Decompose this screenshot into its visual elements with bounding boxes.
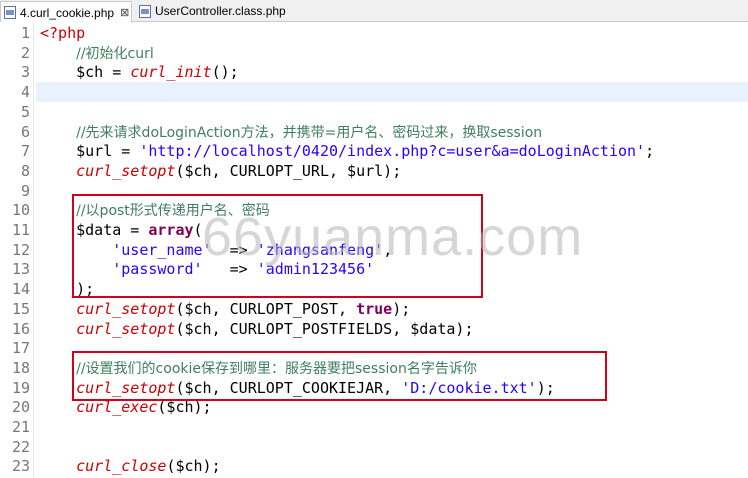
code-text: <?php [40,23,85,43]
token-cm: //先来请求doLoginAction方法，并携带=用户名、密码过来，换取ses… [76,124,543,141]
code-text: curl_setopt($ch, CURLOPT_POST, true); [40,299,410,319]
token-txt: ($ch, CURLOPT_POST, [175,299,357,318]
highlight-box-cookiejar [72,351,607,401]
tab-user-controller[interactable]: UserController.class.php [136,1,286,21]
code-line-21[interactable]: 21 [0,417,748,437]
line-number: 3 [20,63,30,82]
line-number: 17 [11,339,30,358]
token-fn: curl_setopt [76,299,176,318]
php-file-icon [4,6,16,19]
token-txt: ($ch); [166,457,221,476]
token-php: <?php [40,24,86,42]
close-icon[interactable]: ⊠ [120,6,129,19]
token-kw: true [356,299,393,318]
php-file-icon [139,4,151,18]
code-line-8[interactable]: 8 curl_setopt($ch, CURLOPT_URL, $url); [0,161,748,181]
code-line-16[interactable]: 16 curl_setopt($ch, CURLOPT_POSTFIELDS, … [0,319,748,339]
code-line-23[interactable]: 23 curl_close($ch); [0,456,748,476]
token-fn: curl_setopt [76,319,176,338]
current-line-highlight [36,82,748,103]
token-txt: (); [211,63,239,82]
watermark: 66yuanma.com [202,207,584,267]
token-txt: $url = [40,142,140,161]
code-text: curl_close($ch); [40,456,221,476]
code-line-4[interactable]: 4 [0,82,748,103]
code-line-15[interactable]: 15 curl_setopt($ch, CURLOPT_POST, true); [0,299,748,319]
code-line-1[interactable]: 1 <?php [0,23,748,43]
line-number: 6 [20,122,30,141]
token-txt: ; [645,142,655,161]
line-number: 9 [20,181,30,200]
code-line-7[interactable]: 7 $url = 'http://localhost/0420/index.ph… [0,141,748,161]
token-fn: curl_init [130,63,212,82]
code-text: $ch = curl_init(); [40,62,239,82]
code-line-2[interactable]: 2 //初始化curl [0,43,748,63]
line-number: 12 [11,240,30,259]
token-cm: //初始化curl [76,45,154,62]
code-text: //先来请求doLoginAction方法，并携带=用户名、密码过来，换取ses… [40,122,542,143]
line-number: 21 [11,418,30,436]
line-number: 18 [11,358,30,377]
token-txt: ($ch, CURLOPT_URL, $url); [175,161,402,180]
token-fn: curl_setopt [76,161,176,180]
code-line-5[interactable]: 5 [0,102,748,122]
token-fn: curl_close [76,457,167,476]
line-number: 22 [11,437,30,456]
token-txt: ($ch, CURLOPT_POSTFIELDS, $data); [175,319,474,338]
line-number: 1 [20,24,30,42]
code-line-6[interactable]: 6 //先来请求doLoginAction方法，并携带=用户名、密码过来，换取s… [0,122,748,142]
line-number: 19 [11,378,30,397]
tab-label: UserController.class.php [155,4,286,18]
code-text: //初始化curl [40,43,154,64]
line-number: 20 [11,398,30,417]
line-number: 11 [11,221,30,239]
line-number: 5 [20,102,30,121]
line-number: 16 [11,319,30,338]
token-str: 'http://localhost/0420/index.php?c=user&… [139,142,646,161]
line-number: 10 [11,201,30,220]
code-text: curl_setopt($ch, CURLOPT_POSTFIELDS, $da… [40,319,473,339]
code-line-3[interactable]: 3 $ch = curl_init(); [0,62,748,82]
token-txt: $ch = [40,63,131,82]
line-number: 23 [11,457,30,476]
line-number: 7 [20,142,30,161]
tab-label: 4.curl_cookie.php [20,5,115,20]
line-number: 2 [20,43,30,62]
line-number: 8 [20,161,30,180]
line-number: 13 [11,260,30,279]
token-txt: ); [392,299,411,318]
line-number: 14 [11,280,30,299]
line-number: 15 [11,299,30,318]
code-text: curl_setopt($ch, CURLOPT_URL, $url); [40,161,401,181]
code-line-22[interactable]: 22 [0,437,748,457]
tab-curl-cookie[interactable]: 4.curl_cookie.php ⊠ [0,1,132,23]
line-number: 4 [20,83,30,102]
editor-tab-bar: 4.curl_cookie.php ⊠ UserController.class… [0,0,748,23]
code-text: $url = 'http://localhost/0420/index.php?… [40,141,654,161]
